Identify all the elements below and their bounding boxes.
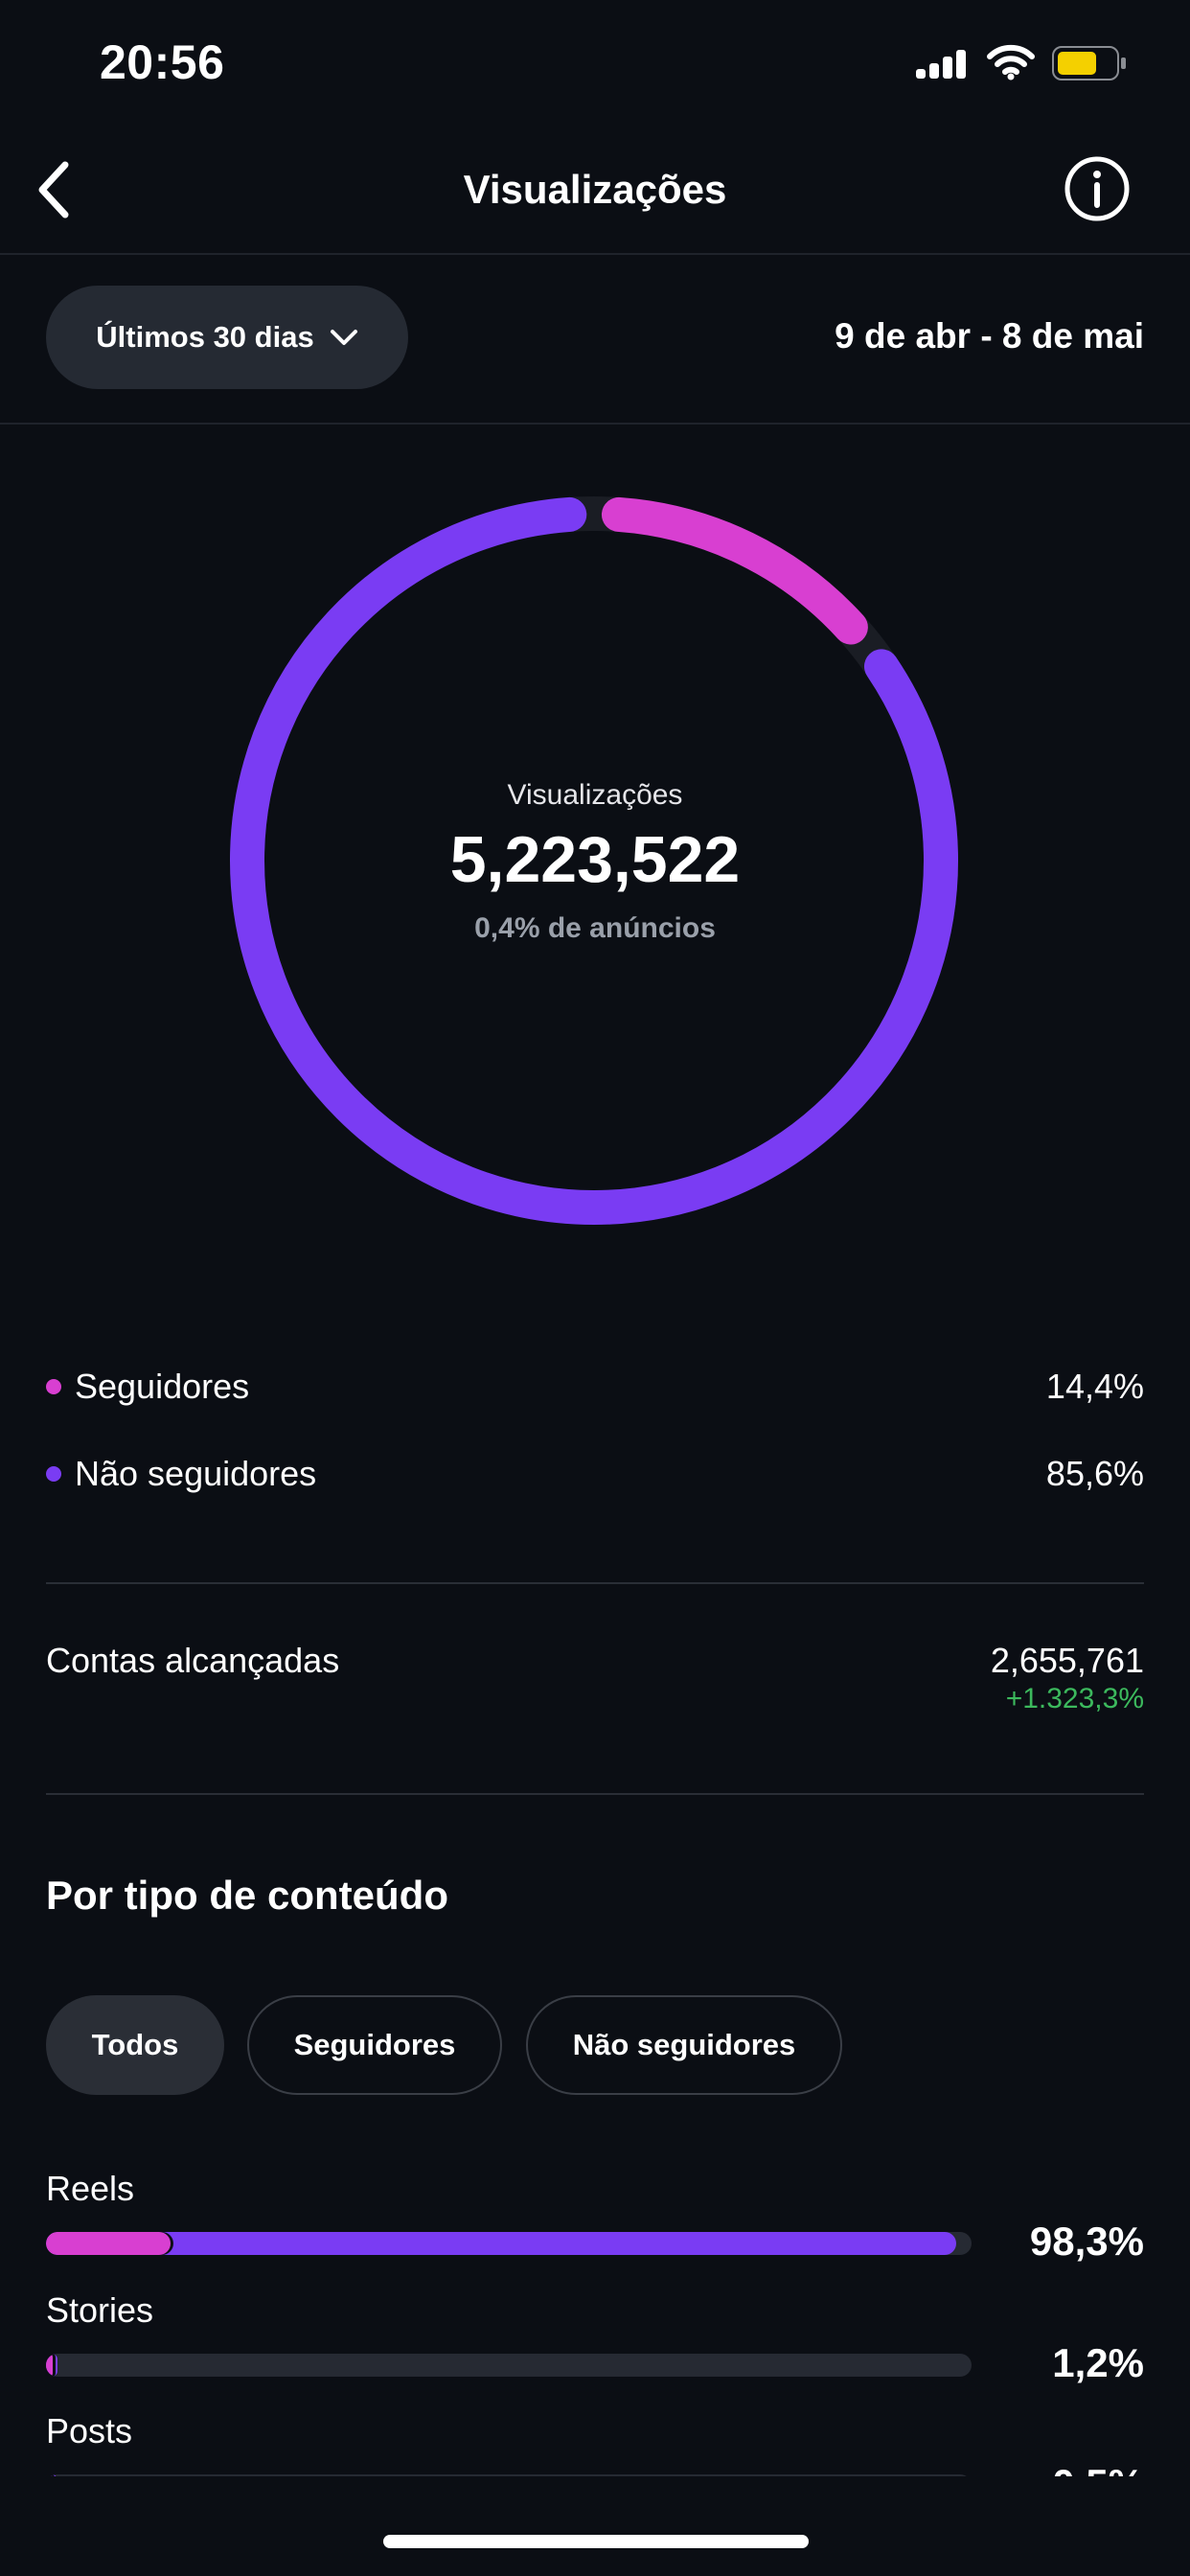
cellular-signal-icon — [916, 50, 970, 79]
accounts-reached-label: Contas alcançadas — [46, 1641, 340, 1680]
bar-segment-followers — [46, 2354, 53, 2377]
content-type-value-reels: 98,3% — [1029, 2219, 1144, 2264]
content-type-label-stories: Stories — [46, 2290, 154, 2330]
accounts-reached-value: 2,655,761 — [990, 1641, 1144, 1680]
page-title: Visualizações — [463, 167, 727, 212]
filter-tab-all[interactable]: Todos — [46, 1995, 224, 2095]
reach-divider — [46, 1793, 1144, 1795]
period-label: Últimos 30 dias — [96, 320, 314, 354]
legend-item-non-followers: Não seguidores 85,6% — [46, 1454, 1144, 1494]
legend-label: Seguidores — [75, 1367, 250, 1406]
filter-tab-label: Seguidores — [293, 2028, 456, 2061]
content-type-label-posts: Posts — [46, 2411, 133, 2450]
legend-value: 85,6% — [1045, 1454, 1144, 1493]
filter-tab-followers[interactable]: Seguidores — [247, 1995, 502, 2095]
bar-segment-non-followers — [46, 2232, 956, 2255]
donut-center-value: 5,223,522 — [449, 823, 741, 896]
bar-segment-followers — [46, 2232, 172, 2255]
period-selector[interactable]: Últimos 30 dias — [46, 286, 408, 389]
battery-icon — [1052, 46, 1127, 80]
legend-divider — [46, 1582, 1144, 1584]
legend-dot — [46, 1379, 61, 1394]
legend-label: Não seguidores — [75, 1454, 317, 1493]
content-type-label-reels: Reels — [46, 2169, 135, 2208]
bottom-safe-area — [0, 2476, 1190, 2576]
content-bar-reels — [46, 2232, 972, 2255]
legend-dot — [46, 1466, 61, 1482]
date-range: 9 de abr - 8 de mai — [835, 316, 1144, 356]
wifi-icon — [987, 44, 1035, 80]
nav-divider — [0, 253, 1190, 255]
donut-center-label: Visualizações — [507, 779, 683, 811]
chevron-down-icon — [330, 330, 357, 345]
filter-tab-label: Não seguidores — [572, 2028, 796, 2061]
filter-tab-label: Todos — [91, 2028, 179, 2061]
accounts-reached-change: +1.323,3% — [1005, 1683, 1144, 1714]
donut-center-subtext: 0,4% de anúncios — [474, 912, 716, 944]
legend-value: 14,4% — [1045, 1367, 1144, 1406]
filter-divider — [0, 423, 1190, 425]
section-title: Por tipo de conteúdo — [46, 1873, 448, 1918]
legend-item-followers: Seguidores 14,4% — [46, 1367, 1144, 1407]
home-indicator — [383, 2535, 809, 2548]
filter-tab-non-followers[interactable]: Não seguidores — [526, 1995, 842, 2095]
content-bar-stories — [46, 2354, 972, 2377]
info-icon[interactable] — [1064, 155, 1131, 222]
content-type-value-stories: 1,2% — [1052, 2340, 1144, 2385]
status-time: 20:56 — [100, 35, 225, 89]
